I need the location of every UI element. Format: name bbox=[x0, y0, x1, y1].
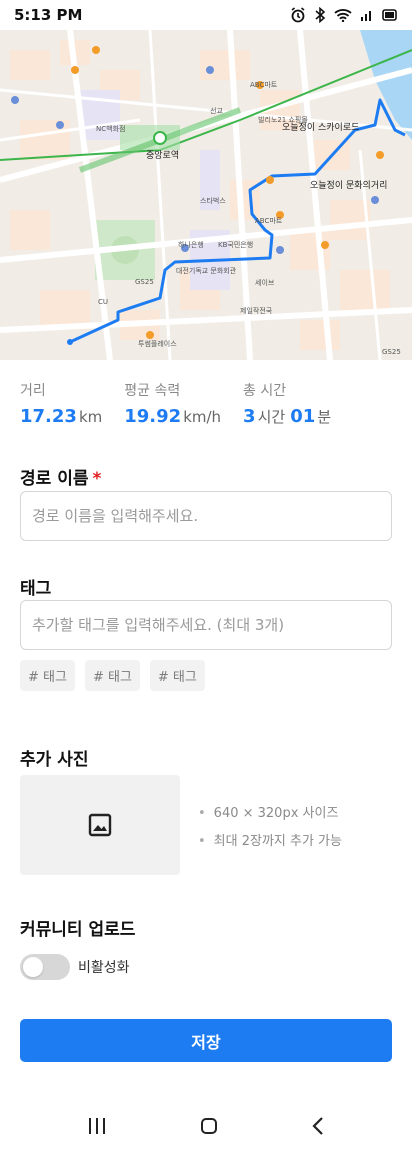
map-label-abc1: ABC마트 bbox=[250, 81, 278, 89]
map-label-oneul: 오늘정이 스카이로드 bbox=[282, 123, 360, 133]
battery-icon bbox=[382, 9, 397, 21]
required-mark: * bbox=[92, 469, 102, 489]
tag-input[interactable] bbox=[20, 600, 392, 650]
status-time: 5:13 PM bbox=[14, 6, 83, 24]
system-nav-bar bbox=[0, 1100, 412, 1151]
map-canvas bbox=[0, 30, 412, 360]
add-photo-button[interactable] bbox=[20, 775, 180, 875]
recent-apps-icon[interactable] bbox=[87, 1117, 107, 1135]
map-label-nc: NC백화점 bbox=[96, 125, 126, 133]
stat-minutes-unit: 분 bbox=[317, 408, 332, 426]
stat-speed-value: 19.92 bbox=[124, 406, 182, 427]
stat-distance-label: 거리 bbox=[20, 383, 46, 399]
stat-speed: 평균 속력 19.92 km/h bbox=[124, 380, 221, 427]
toggle-knob bbox=[23, 957, 43, 977]
tag-chip[interactable]: # 태그 bbox=[20, 660, 75, 691]
home-icon[interactable] bbox=[200, 1117, 218, 1135]
tags-title: 태그 bbox=[20, 579, 52, 599]
stat-time: 총 시간 3 시간 01 분 bbox=[243, 380, 331, 427]
stat-distance-value: 17.23 bbox=[20, 406, 77, 427]
alarm-icon bbox=[291, 7, 305, 23]
map-label-seongyo: 선교 bbox=[210, 107, 223, 115]
stat-minutes-value: 01 bbox=[290, 406, 316, 427]
status-bar: 5:13 PM bbox=[0, 0, 412, 30]
map-label-twosome: 투썸플레이스 bbox=[138, 340, 177, 348]
route-name-input[interactable] bbox=[20, 491, 392, 541]
map-label-gs25a: GS25 bbox=[135, 278, 154, 286]
map-label-gs25b: GS25 bbox=[382, 348, 401, 356]
map-label-starbucks: 스타벅스 bbox=[200, 197, 226, 205]
route-name-title-text: 경로 이름 bbox=[20, 469, 89, 489]
stat-distance: 거리 17.23 km bbox=[20, 380, 102, 427]
image-icon bbox=[88, 813, 112, 837]
map-label-abc2: ABC마트 bbox=[255, 217, 283, 225]
bluetooth-icon bbox=[315, 7, 326, 23]
stat-hours-value: 3 bbox=[243, 406, 256, 427]
community-upload-toggle[interactable] bbox=[20, 954, 70, 980]
stat-distance-unit: km bbox=[78, 408, 103, 426]
route-stats: 거리 17.23 km 평균 속력 19.92 km/h 총 시간 3 시간 01 분 bbox=[20, 380, 331, 427]
stat-time-label: 총 시간 bbox=[243, 383, 287, 399]
map-label-oneul2: 오늘정이 문화의거리 bbox=[310, 181, 388, 191]
map-label-jungang: 중앙로역 bbox=[146, 151, 180, 161]
save-button[interactable]: 저장 bbox=[20, 1019, 392, 1062]
photo-note-limit: 최대 2장까지 추가 가능 bbox=[198, 828, 342, 856]
map-label-jeongdong: 제일작전국 bbox=[240, 307, 273, 315]
tag-chips: # 태그 # 태그 # 태그 bbox=[20, 660, 205, 691]
map-label-cu: CU bbox=[98, 298, 109, 306]
route-name-title: 경로 이름 * bbox=[20, 464, 101, 489]
map-label-daejeon: 대전기독교 문화회관 bbox=[176, 267, 237, 275]
stat-speed-unit: km/h bbox=[183, 408, 222, 426]
signal-icon bbox=[361, 11, 371, 21]
map-label-hosu: 하나은행 bbox=[178, 241, 204, 249]
community-toggle-row: 비활성화 bbox=[20, 954, 130, 980]
stat-hours-unit: 시간 bbox=[257, 408, 286, 426]
route-map[interactable]: 중앙로역 ABC마트 빌리노21 쇼핑몰 오늘정이 스카이로드 오늘정이 문화의… bbox=[0, 30, 412, 360]
stat-speed-label: 평균 속력 bbox=[124, 383, 181, 399]
community-title: 커뮤니티 업로드 bbox=[20, 920, 136, 940]
photo-notes: 640 × 320px 사이즈 최대 2장까지 추가 가능 bbox=[198, 800, 342, 856]
map-label-kb: KB국민은행 bbox=[218, 241, 254, 249]
status-icons bbox=[290, 7, 398, 23]
tag-chip[interactable]: # 태그 bbox=[84, 660, 140, 691]
toggle-label: 비활성화 bbox=[78, 960, 130, 976]
photos-title: 추가 사진 bbox=[20, 750, 89, 770]
tag-chip[interactable]: # 태그 bbox=[149, 660, 205, 691]
wifi-icon bbox=[334, 9, 352, 22]
photo-note-size: 640 × 320px 사이즈 bbox=[198, 800, 342, 828]
back-icon[interactable] bbox=[311, 1116, 325, 1135]
map-label-seoul: 세이브 bbox=[255, 279, 275, 287]
